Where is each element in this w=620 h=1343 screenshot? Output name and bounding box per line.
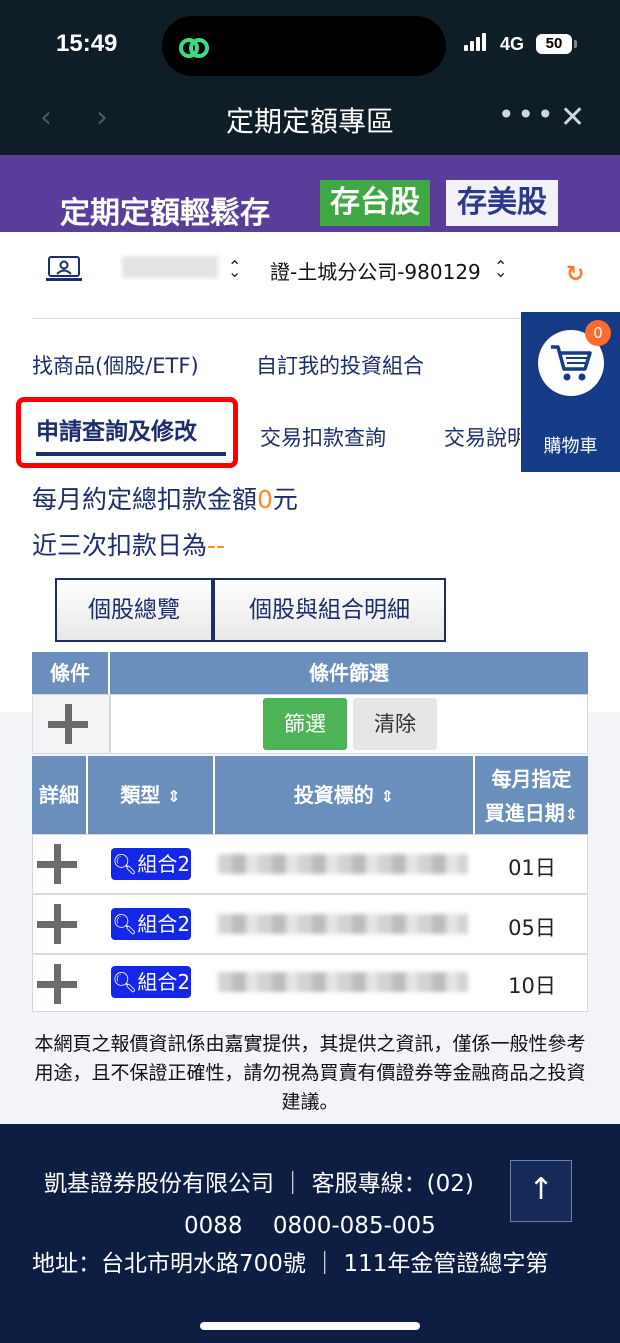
type-badge-label: 組合2 (137, 852, 191, 876)
target-masked (218, 854, 468, 874)
filter-button[interactable]: 篩選 (263, 698, 347, 750)
cart-icon (551, 345, 592, 381)
type-badge-label: 組合2 (137, 970, 191, 994)
date-header-line2: 買進日期 (484, 801, 565, 825)
home-indicator[interactable] (200, 1322, 420, 1330)
battery-icon: 50 (536, 34, 577, 54)
tab-trade-explain[interactable]: 交易說明 (444, 422, 520, 452)
divider (32, 318, 588, 319)
buy-day: 05日 (508, 916, 556, 940)
clear-button[interactable]: 清除 (353, 698, 437, 750)
expand-row-icon[interactable] (37, 964, 77, 1004)
target-header[interactable]: 投資標的 ⇕ (215, 756, 475, 834)
refresh-icon[interactable]: ↻ (566, 262, 584, 287)
footer-company: 凱基證券股份有限公司 ｜ 客服專線：(02) (44, 1171, 474, 1197)
buy-day: 01日 (508, 856, 556, 880)
highlight-box (16, 397, 238, 468)
branch-select[interactable]: 證-土城分公司-980129 (270, 256, 486, 285)
monthly-total: 每月約定總扣款金額0元 (32, 480, 298, 516)
sort-icon: ⇕ (564, 805, 579, 824)
footer-address: 地址：台北市明水路700號 ｜ 111年金管證總字第 (32, 1251, 549, 1277)
us-stock-button[interactable]: 存美股 (446, 180, 558, 226)
monthly-total-label: 每月約定總扣款金額 (32, 485, 258, 514)
status-time: 15:49 (56, 30, 118, 57)
link-logo-icon (179, 38, 209, 58)
expand-row-icon[interactable] (37, 844, 77, 884)
target-header-label: 投資標的 (293, 783, 374, 807)
condition-header: 條件 (32, 652, 110, 694)
network-label: 4G (500, 34, 525, 54)
monthly-total-unit: 元 (272, 485, 298, 514)
sort-icon: ⇕ (380, 787, 395, 806)
close-icon[interactable]: ✕ (560, 100, 585, 135)
tw-stock-button[interactable]: 存台股 (320, 180, 430, 226)
type-badge[interactable]: 🔍︎組合2 (111, 848, 191, 880)
footer-phone: 0088 0800-085-005 (184, 1213, 436, 1239)
cart-count-badge: 0 (585, 320, 611, 346)
recent-deduction: 近三次扣款日為-- (32, 526, 225, 562)
date-header-line1: 每月指定 (491, 767, 572, 791)
branch-select-icon[interactable]: ⌃ ⌄ (494, 257, 507, 295)
type-header[interactable]: 類型 ⇕ (88, 756, 215, 834)
type-badge[interactable]: 🔍︎組合2 (111, 908, 191, 940)
expand-row-icon[interactable] (37, 904, 77, 944)
sort-icon: ⇕ (167, 787, 181, 806)
target-masked (218, 914, 468, 934)
filter-cell (110, 694, 588, 754)
type-header-label: 類型 (120, 783, 161, 807)
add-condition-icon[interactable] (48, 704, 88, 744)
stock-overview-button[interactable]: 個股總覽 (55, 578, 213, 642)
recent-deduction-label: 近三次扣款日為 (32, 531, 208, 560)
date-header[interactable]: 每月指定 買進日期⇕ (475, 756, 588, 834)
signal-icon (464, 32, 488, 51)
type-badge-label: 組合2 (137, 912, 191, 936)
disclaimer: 本網頁之報價資訊係由嘉實提供，其提供之資訊，僅係一般性參考用途，且不保證正確性，… (34, 1033, 586, 1113)
more-icon[interactable]: ••• (498, 98, 557, 131)
detail-header: 詳細 (32, 756, 88, 834)
account-icon (46, 256, 82, 281)
tab-deduction-query[interactable]: 交易扣款查詢 (260, 422, 386, 452)
banner-text: 定期定額輕鬆存 (60, 196, 270, 231)
tab-find-product[interactable]: 找商品(個股/ETF) (32, 350, 199, 380)
recent-deduction-value: -- (207, 531, 226, 560)
tab-custom-portfolio[interactable]: 自訂我的投資組合 (256, 350, 424, 380)
account-select-icon[interactable]: ⌃ ⌄ (228, 257, 241, 295)
target-masked (218, 972, 468, 992)
condition-filter-header: 條件篩選 (110, 652, 588, 694)
buy-day: 10日 (508, 974, 556, 998)
back-to-top-icon[interactable]: ↑ (510, 1160, 572, 1222)
monthly-total-value: 0 (257, 485, 273, 514)
cart-label: 購物車 (543, 436, 598, 457)
stock-portfolio-detail-button[interactable]: 個股與組合明細 (213, 578, 446, 642)
type-badge[interactable]: 🔍︎組合2 (111, 966, 191, 998)
account-number-masked[interactable] (122, 256, 218, 278)
